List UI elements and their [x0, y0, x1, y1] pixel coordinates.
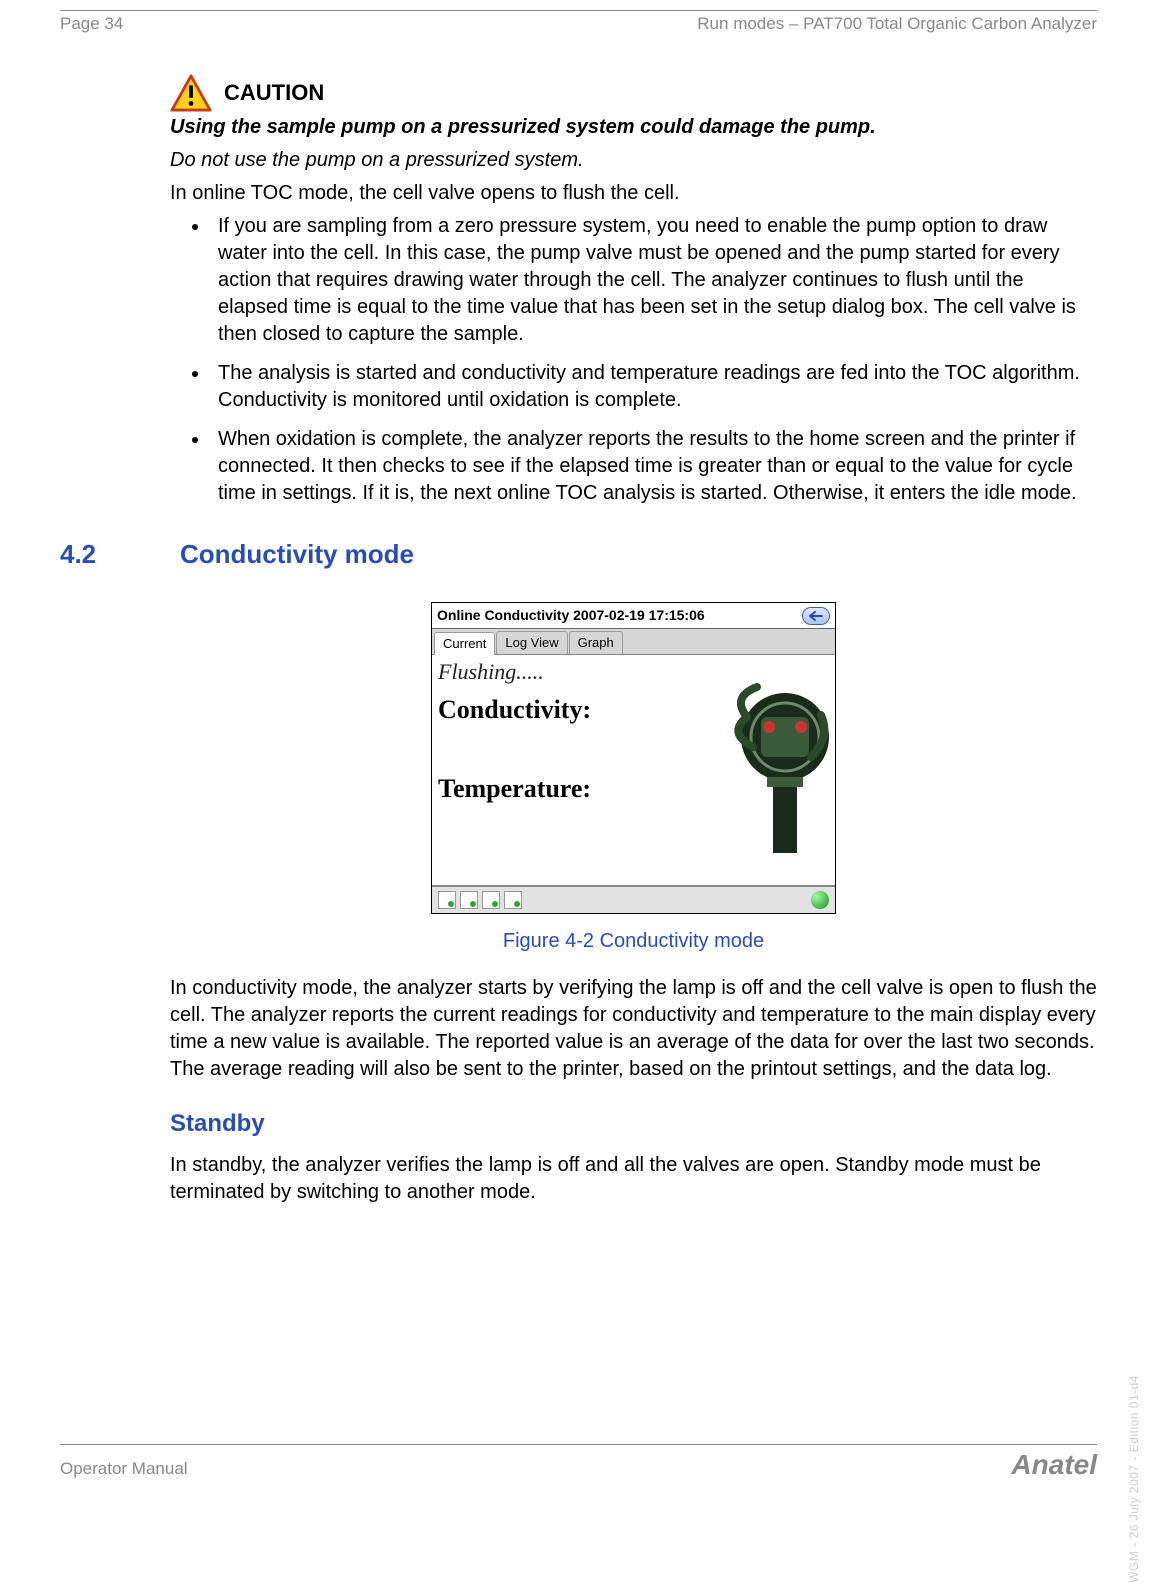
back-button-icon[interactable]	[802, 607, 830, 625]
caution-title: Using the sample pump on a pressurized s…	[170, 114, 1097, 141]
caution-subtitle: Do not use the pump on a pressurized sys…	[170, 147, 1097, 174]
standby-heading: Standby	[170, 1108, 1097, 1140]
doc-title: Run modes – PAT700 Total Organic Carbon …	[697, 14, 1097, 34]
caution-bullets: If you are sampling from a zero pressure…	[170, 213, 1097, 507]
bottle-icons	[438, 891, 522, 909]
caution-label: CAUTION	[224, 78, 324, 108]
page-header: Page 34 Run modes – PAT700 Total Organic…	[60, 14, 1097, 34]
brand-name: Anatel	[1011, 1449, 1097, 1481]
footer-rule	[60, 1444, 1097, 1445]
screenshot-title: Online Conductivity 2007-02-19 17:15:06	[437, 606, 705, 625]
screenshot-body: Flushing..... Conductivity: Temperature:	[432, 655, 835, 885]
content: CAUTION Using the sample pump on a press…	[170, 74, 1097, 1206]
bullet-item: When oxidation is complete, the analyzer…	[210, 426, 1097, 507]
figure: Online Conductivity 2007-02-19 17:15:06 …	[170, 602, 1097, 954]
page: Page 34 Run modes – PAT700 Total Organic…	[0, 0, 1157, 1495]
caution-lead: In online TOC mode, the cell valve opens…	[170, 180, 1097, 207]
bullet-item: If you are sampling from a zero pressure…	[210, 213, 1097, 348]
caution-heading: CAUTION	[170, 74, 1097, 112]
edition-sidetext: WGM - 26 July 2007 - Edition 01-d4	[1127, 1375, 1141, 1583]
bullet-item: The analysis is started and conductivity…	[210, 360, 1097, 414]
analyzer-graphic-icon	[711, 677, 831, 857]
screenshot-titlebar: Online Conductivity 2007-02-19 17:15:06	[432, 603, 835, 629]
bottle-icon[interactable]	[482, 891, 500, 909]
figure-caption: Figure 4-2 Conductivity mode	[503, 928, 764, 955]
conductivity-paragraph: In conductivity mode, the analyzer start…	[170, 975, 1097, 1083]
screenshot-footer	[432, 885, 835, 913]
tab-graph[interactable]: Graph	[569, 631, 623, 654]
footer-left: Operator Manual	[60, 1459, 188, 1479]
warning-triangle-icon	[170, 74, 212, 112]
page-footer: Operator Manual Anatel	[60, 1444, 1097, 1481]
screenshot-tabs: Current Log View Graph	[432, 629, 835, 655]
standby-paragraph: In standby, the analyzer verifies the la…	[170, 1152, 1097, 1206]
bottle-icon[interactable]	[504, 891, 522, 909]
tab-log-view[interactable]: Log View	[496, 631, 567, 654]
section-title: Conductivity mode	[180, 537, 414, 572]
device-screenshot: Online Conductivity 2007-02-19 17:15:06 …	[431, 602, 836, 913]
header-rule	[60, 10, 1097, 11]
bottle-icon[interactable]	[460, 891, 478, 909]
bottle-icon[interactable]	[438, 891, 456, 909]
section-number: 4.2	[60, 537, 120, 572]
page-number: Page 34	[60, 14, 123, 34]
tab-current[interactable]: Current	[434, 632, 495, 655]
status-indicator-icon	[811, 891, 829, 909]
section-heading: 4.2 Conductivity mode	[60, 537, 1097, 572]
